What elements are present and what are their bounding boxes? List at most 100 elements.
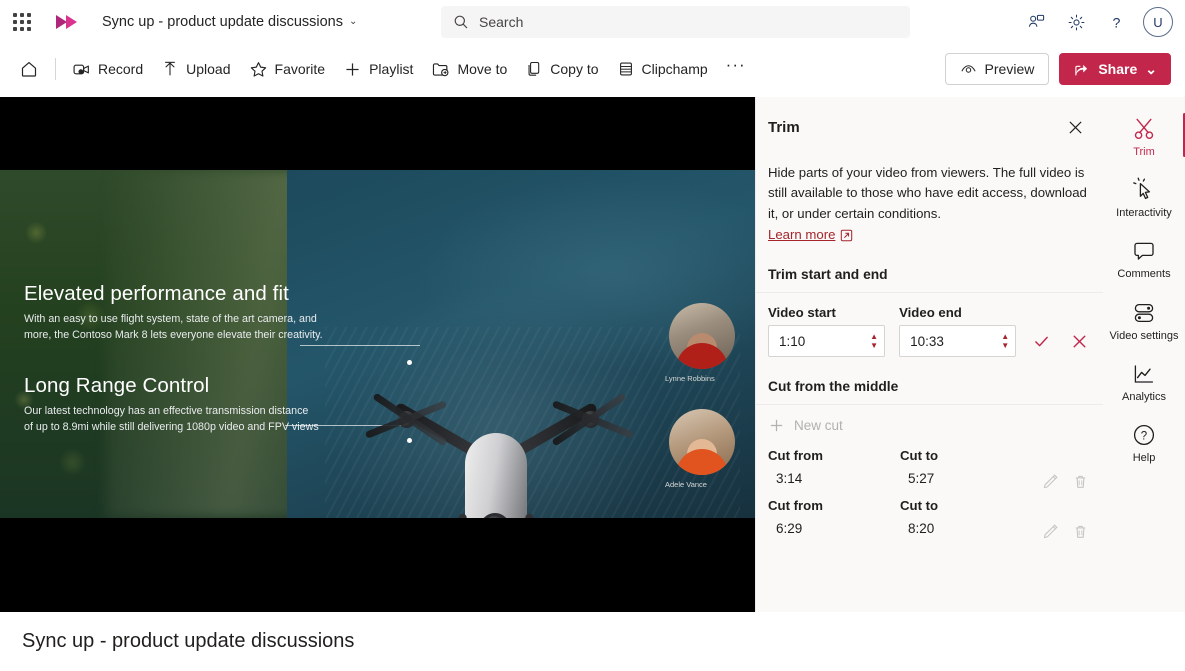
trim-description: Hide parts of your video from viewers. T… (756, 153, 1103, 245)
video-overlay-text: Elevated performance and fit With an eas… (24, 282, 444, 435)
trim-description-text: Hide parts of your video from viewers. T… (768, 165, 1087, 221)
chevron-down-icon: ⌄ (349, 16, 358, 27)
document-title-menu[interactable]: Sync up - product update discussions ⌄ (96, 10, 363, 34)
cut-from-label: Cut from (768, 448, 823, 464)
share-button[interactable]: Share ⌄ (1059, 53, 1171, 85)
video-end-stepper[interactable]: ▲ ▼ (1001, 333, 1009, 350)
video-start-stepper[interactable]: ▲ ▼ (870, 333, 879, 351)
move-to-icon (433, 62, 449, 76)
participant-name: Adele Vance (665, 480, 707, 489)
edit-cut-button[interactable] (1039, 520, 1061, 542)
app-launcher-button[interactable] (0, 0, 44, 44)
participant-avatar (669, 409, 735, 475)
cut-to-column: Cut to 5:27 (900, 448, 1032, 486)
copy-to-label: Copy to (550, 61, 599, 77)
playlist-button[interactable]: Playlist (334, 52, 422, 86)
record-button[interactable]: Record (63, 52, 152, 86)
more-options-button[interactable]: ··· (717, 52, 755, 86)
copy-to-icon (528, 61, 540, 76)
suite-header: Sync up - product update discussions ⌄ S… (0, 0, 1185, 44)
stepper-down-icon: ▼ (870, 341, 879, 351)
preview-button[interactable]: Preview (944, 53, 1050, 85)
video-end-spinner[interactable]: ▲ ▼ (899, 325, 1017, 358)
trim-panel-header: Trim (756, 97, 1103, 153)
video-end-label: Video end (899, 305, 962, 321)
new-cut-button[interactable]: New cut (756, 405, 1103, 442)
cut-to-label: Cut to (900, 448, 939, 464)
leader-dot-1 (407, 360, 412, 365)
learn-more-link[interactable]: Learn more (768, 225, 853, 245)
svg-text:?: ? (1141, 431, 1147, 443)
rail-item-video-settings[interactable]: Video settings (1105, 291, 1183, 350)
plus-icon (346, 62, 359, 76)
overlay-heading-2: Long Range Control (24, 374, 210, 398)
svg-text:?: ? (1112, 15, 1120, 31)
leader-dot-2 (407, 438, 412, 443)
video-start-spinner[interactable]: ▲ ▼ (768, 325, 886, 358)
feedback-button[interactable] (1017, 3, 1055, 41)
delete-cut-button[interactable] (1069, 520, 1091, 542)
rail-item-interactivity[interactable]: Interactivity (1105, 168, 1183, 227)
participant-item: Adele Vance (663, 409, 741, 489)
participant-avatar (669, 303, 735, 369)
help-button[interactable]: ? (1097, 3, 1135, 41)
search-placeholder: Search (479, 14, 524, 30)
copy-to-button[interactable]: Copy to (516, 52, 607, 86)
video-start-input[interactable] (779, 333, 871, 349)
trash-icon (1075, 475, 1085, 488)
comment-icon (1134, 243, 1154, 261)
upload-label: Upload (186, 61, 231, 77)
help-question-icon: ? (1112, 15, 1120, 31)
record-icon (73, 64, 89, 74)
suite-actions: ? U (1017, 0, 1179, 44)
leader-line-1 (300, 345, 420, 346)
home-button[interactable] (10, 52, 48, 86)
trim-fields-row: Video start ▲ ▼ Video end ▲ ▼ (756, 293, 1103, 358)
favorite-button[interactable]: Favorite (240, 52, 335, 86)
video-frame: Elevated performance and fit With an eas… (0, 170, 755, 518)
rail-item-help[interactable]: ? Help (1105, 413, 1183, 472)
edit-cut-button[interactable] (1039, 470, 1061, 492)
preview-eye-icon (961, 64, 976, 73)
close-panel-button[interactable] (1061, 113, 1089, 141)
close-icon (1068, 120, 1082, 134)
video-player[interactable]: Elevated performance and fit With an eas… (0, 97, 755, 612)
rail-label-interactivity: Interactivity (1116, 207, 1172, 220)
cut-section-title: Cut from the middle (756, 357, 1103, 406)
avatar-initial: U (1153, 14, 1163, 30)
cut-to-column: Cut to 8:20 (900, 498, 1032, 536)
participant-list: Lynne Robbins Adele Vance (663, 303, 741, 515)
external-link-icon (841, 229, 853, 241)
rail-item-analytics[interactable]: Analytics (1105, 352, 1183, 411)
trim-panel: Trim Hide parts of your video from viewe… (755, 97, 1103, 612)
delete-cut-button[interactable] (1069, 470, 1091, 492)
command-bar: Record Upload Favorite Playlist Move to … (0, 44, 1185, 94)
move-to-button[interactable]: Move to (422, 52, 516, 86)
share-icon (1075, 64, 1088, 75)
rail-item-trim[interactable]: Trim (1105, 107, 1185, 166)
search-input[interactable]: Search (441, 6, 910, 38)
overlay-body-1-line-1: With an easy to use flight system, state… (24, 313, 317, 325)
playlist-label: Playlist (369, 61, 414, 77)
cancel-trim-button[interactable] (1068, 325, 1091, 357)
cut-from-column: Cut from 3:14 (768, 448, 900, 486)
pencil-icon (1043, 524, 1058, 538)
confirm-trim-button[interactable] (1030, 325, 1053, 357)
clipchamp-label: Clipchamp (641, 61, 708, 77)
favorite-label: Favorite (274, 61, 326, 77)
rail-label-trim: Trim (1133, 146, 1155, 158)
stream-logo-icon (52, 12, 82, 32)
pencil-icon (1043, 474, 1058, 488)
participant-item: Lynne Robbins (663, 303, 741, 383)
upload-button[interactable]: Upload (152, 52, 239, 86)
cut-item: Cut from 3:14 Cut to 5:27 (756, 442, 1103, 492)
gear-icon (1068, 14, 1084, 30)
settings-button[interactable] (1057, 3, 1095, 41)
cut-from-label: Cut from (768, 498, 823, 514)
rail-item-comments[interactable]: Comments (1105, 229, 1183, 288)
clipchamp-button[interactable]: Clipchamp (608, 52, 717, 86)
participant-name: Lynne Robbins (665, 374, 715, 383)
user-avatar[interactable]: U (1143, 7, 1173, 37)
video-end-input[interactable] (910, 333, 1002, 349)
stream-video-editor: Sync up - product update discussions ⌄ S… (0, 0, 1185, 671)
